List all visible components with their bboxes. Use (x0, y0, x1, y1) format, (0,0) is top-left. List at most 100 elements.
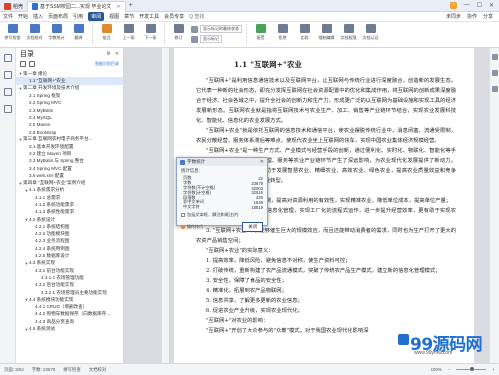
close-button[interactable]: 关闭 (242, 221, 263, 232)
menu-view[interactable]: 视图 (109, 13, 119, 20)
minimize-icon[interactable]: — (464, 2, 470, 9)
proofread-indicator[interactable]: 文档校对 (89, 367, 107, 373)
zoom-slider[interactable] (456, 367, 487, 371)
tips-link[interactable]: 操作技巧 (181, 224, 203, 230)
toc-item[interactable]: 4.1.2 系统功能需求 (16, 201, 123, 208)
toc-item[interactable]: ▼ 第三章 互联网农村电子商务平台... (16, 136, 123, 143)
toc-item[interactable]: ▼ 4.4 系统模块功能实现 (16, 296, 123, 303)
toc-item[interactable]: ▼ 第一章 绪论 (16, 70, 123, 77)
share-button[interactable]: 分享 (483, 13, 493, 20)
restrict-editing-button[interactable]: 限制编辑 (317, 24, 336, 41)
format-icon[interactable] (491, 54, 498, 60)
menu-developer[interactable]: 开发工具 (139, 13, 159, 20)
toc-item[interactable]: 4.3.1 前台功能实现 (16, 267, 123, 274)
toc-item[interactable]: 2.6 Bootstrap (16, 128, 123, 135)
toc-item[interactable]: 4.2.1 系统结构图 (16, 223, 123, 230)
doc-permission-button[interactable]: 文档权限 (339, 24, 358, 41)
menu-file[interactable]: 文件 (3, 13, 13, 20)
toc-item[interactable]: 2.1 Spring 框架 (16, 92, 123, 99)
menu-chapter[interactable]: 章节 (124, 13, 134, 20)
close-pane-icon[interactable]: ✕ (115, 51, 119, 57)
toc-item[interactable]: 1.1 "互联网+"农业 (16, 77, 123, 85)
toc-item[interactable]: 4.2.5 数据库设计 (16, 252, 123, 259)
next-comment-button[interactable]: 下一条 (141, 24, 160, 41)
toc-item[interactable]: 4.1.1 总需求 (16, 194, 123, 201)
zoom-level[interactable]: 100% (431, 367, 442, 372)
spell-check-indicator[interactable]: 拼写检查 (63, 367, 81, 373)
toc-item[interactable]: 2.5 Maven (16, 121, 123, 128)
toc-item[interactable]: 4.2.2 功能模块图 (16, 231, 123, 238)
toc-item[interactable]: 3.3 MyBatis 与 Spring 整合 (16, 158, 123, 165)
menu-review[interactable]: 审阅 (88, 12, 105, 21)
collaborate-button[interactable]: 协作 (467, 13, 477, 20)
spell-check-button[interactable]: 拼写检查 (3, 24, 22, 41)
bookmark-icon[interactable] (3, 88, 12, 96)
menu-search[interactable]: Q 查找 (189, 13, 204, 20)
style-icon[interactable] (491, 70, 498, 76)
toc-item[interactable]: 3.1 基本开发环境配置 (16, 143, 123, 150)
chapter-icon[interactable] (3, 71, 12, 79)
tab-document[interactable]: 基于SSM校园二...实现 毕业论文 ✕ (27, 0, 126, 12)
menu-start[interactable]: 开始 (18, 13, 28, 20)
toc-item[interactable]: 3.5 web.xml 配置 (16, 172, 123, 179)
menu-member[interactable]: 会员专享 (164, 13, 184, 20)
toc-expand-icon[interactable] (29, 60, 35, 67)
smart-toc-button[interactable]: 智能识别目录 (95, 61, 119, 67)
dialog-close-icon[interactable]: ✕ (260, 159, 264, 165)
doc-certify-button[interactable]: 文档认证 (361, 24, 380, 41)
toc-item[interactable]: 4.2.4 系统用例图 (16, 245, 123, 252)
toc-item[interactable]: 3.2 建立 Maven 项目 (16, 150, 123, 157)
toc-item[interactable]: 2.2 Spring MVC (16, 99, 123, 106)
page-indicator[interactable]: 页面: 3/62 (4, 367, 24, 373)
toc-item[interactable]: 2.4 MySQL (16, 114, 123, 121)
toc-item[interactable]: ▼ 4.5 系统测试 (16, 325, 123, 332)
toc-item[interactable]: ▼ 第四章 "互联网+农业"案例介绍 (16, 179, 123, 186)
toc-item[interactable]: 4.2.3 业务流程图 (16, 238, 123, 245)
toc-item[interactable]: 4.4.3 商品分页查询 (16, 318, 123, 325)
toc-item[interactable]: 4.1.3 系统性能需求 (16, 209, 123, 216)
menu-reference[interactable]: 引用 (73, 13, 83, 20)
close-tab-icon[interactable]: ✕ (116, 4, 120, 10)
menu-insert[interactable]: 插入 (33, 13, 43, 20)
toc-list-icon[interactable] (20, 60, 26, 67)
toc-item[interactable]: 4.4.1 CRUD（增删改查） (16, 304, 123, 311)
toc-item[interactable]: ▼ 第二章 开发环境及技术介绍 (16, 85, 123, 92)
prev-comment-button[interactable]: 上一条 (119, 24, 138, 41)
track-changes-button[interactable]: 修订 (169, 24, 188, 41)
reject-button[interactable]: 拒绝 (273, 24, 292, 41)
toc-item[interactable]: ▼ 4.3 系统实现 (16, 260, 123, 267)
include-textbox-option[interactable]: 包括文本框、脚注和尾注(F) (181, 212, 263, 218)
compare-button[interactable]: 比较 (295, 24, 314, 41)
new-tab-icon[interactable]: + (126, 2, 136, 9)
toc-item[interactable]: 4.4.2 购物车数据保存（向数据库存... (16, 311, 123, 318)
markup-state-select[interactable]: 显示标记的最终状态 (200, 25, 242, 33)
comment-button[interactable]: 批注 (97, 24, 116, 41)
find-icon[interactable] (3, 105, 12, 113)
toc-item[interactable]: 4.3.2 后台功能实现 (16, 282, 123, 289)
menu-layout[interactable]: 页面布局 (48, 13, 68, 20)
toc-item[interactable]: ▼ 4.1 系统需求分析 (16, 187, 123, 194)
select-icon[interactable] (491, 86, 498, 92)
accept-button[interactable]: 接受 (251, 24, 270, 41)
toc-icon[interactable] (3, 54, 12, 62)
zoom-slider-thumb[interactable] (470, 367, 475, 371)
word-count-indicator[interactable]: 字数: 23679 (32, 367, 55, 373)
pane-settings-icon[interactable]: ⚙ (106, 51, 110, 57)
zoom-in-icon[interactable]: + (492, 367, 495, 372)
show-markup-select[interactable]: 显示标记 (200, 35, 222, 43)
toc-item[interactable]: ▼ 4.2 系统设计 (16, 216, 123, 223)
translate-button[interactable]: 翻译 (69, 24, 88, 41)
toc-item[interactable]: 4.3.2.1 农场管理员主要功能实现 (16, 289, 123, 296)
toc-item[interactable]: 2.3 MyBatis (16, 106, 123, 113)
close-window-icon[interactable]: ✕ (489, 2, 494, 9)
word-count-button[interactable]: 字数统计 (47, 24, 66, 41)
zoom-out-icon[interactable]: − (448, 367, 451, 372)
toc-item[interactable]: 3.4 Spring MVC 配置 (16, 165, 123, 172)
toc-item[interactable]: 4.3.1.1 农场管理功能 (16, 274, 123, 281)
maximize-icon[interactable]: ☐ (477, 2, 482, 9)
include-textbox-checkbox[interactable] (181, 212, 185, 217)
tab-docer[interactable]: 稻壳 (0, 1, 27, 12)
proofread-button[interactable]: 文档校对 (25, 24, 44, 41)
notification-badge[interactable]: 3 (450, 2, 457, 9)
sync-status[interactable]: 未同步 (446, 13, 461, 20)
